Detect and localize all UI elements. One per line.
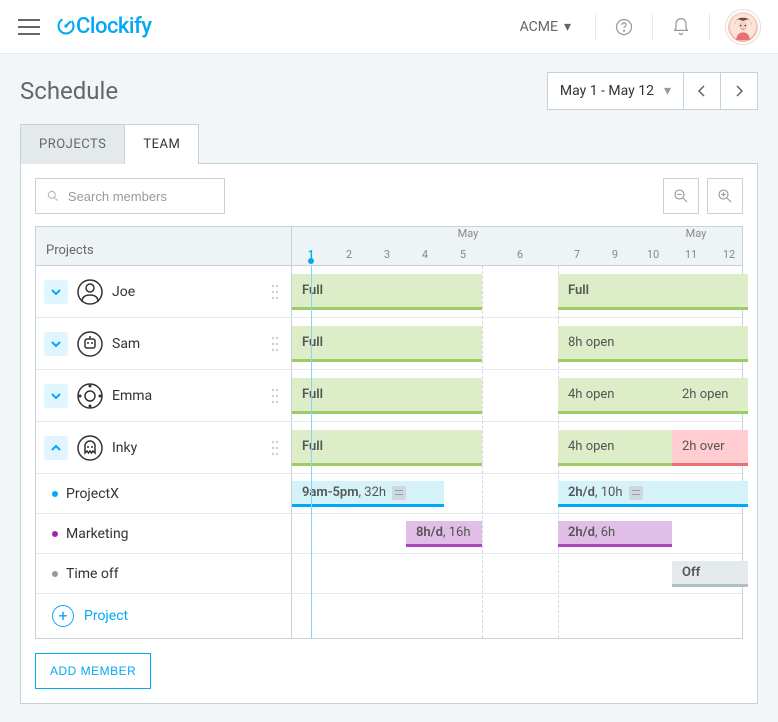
project-row: Marketing 8h/d, 16h 2h/d, 6h — [36, 514, 742, 554]
day-header: 11 — [672, 248, 710, 261]
note-icon — [392, 486, 406, 500]
prev-range-button[interactable] — [683, 72, 721, 110]
expand-button[interactable] — [44, 436, 68, 460]
schedule-bar[interactable]: 2h open — [672, 378, 748, 414]
schedule-bar[interactable]: 2h over — [672, 430, 748, 466]
day-header: 2 — [330, 248, 368, 261]
project-row: ProjectX9am-5pm, 32h2h/d, 10h — [36, 474, 742, 514]
drag-handle[interactable] — [267, 438, 283, 458]
member-name: Inky — [112, 440, 259, 456]
day-header: 5 — [444, 248, 482, 261]
user-icon — [76, 382, 104, 410]
day-header: 1 — [292, 248, 330, 261]
day-header: 6 — [482, 248, 558, 261]
schedule-bar[interactable]: 9am-5pm, 32h — [292, 481, 444, 507]
member-name: Sam — [112, 336, 259, 352]
logo: Clockify — [56, 14, 152, 39]
add-member-button[interactable]: ADD MEMBER — [35, 653, 151, 689]
help-button[interactable] — [606, 9, 642, 45]
schedule-bar[interactable]: 4h open — [558, 430, 672, 466]
add-project-button[interactable]: + Project — [52, 605, 128, 627]
date-range-label: May 1 - May 12 — [560, 83, 654, 99]
search-input[interactable] — [68, 189, 214, 204]
member-name: Joe — [112, 284, 259, 300]
user-icon — [76, 434, 104, 462]
tab-projects[interactable]: PROJECTS — [20, 124, 125, 164]
schedule-bar[interactable]: Full — [292, 430, 482, 466]
schedule-bar[interactable]: 4h open — [558, 378, 672, 414]
date-range-picker[interactable]: May 1 - May 12 ▾ — [547, 72, 684, 110]
plus-icon: + — [52, 605, 74, 627]
next-range-button[interactable] — [720, 72, 758, 110]
day-header: 10 — [634, 248, 672, 261]
project-name: Marketing — [66, 526, 283, 542]
member-row: SamFull8h open — [36, 318, 742, 370]
project-name: Time off — [66, 566, 283, 582]
month-label-left: May — [292, 227, 644, 243]
chevron-down-icon: ▾ — [664, 83, 671, 99]
schedule-bar[interactable]: 2h/d, 10h — [558, 481, 748, 507]
search-icon — [46, 188, 60, 204]
zoom-out-button[interactable] — [663, 178, 699, 214]
add-project-label: Project — [84, 608, 128, 624]
day-header: 7 — [558, 248, 596, 261]
name-column-header: Projects — [36, 227, 292, 265]
schedule-bar[interactable]: Full — [292, 274, 482, 310]
schedule-bar[interactable]: 8h/d, 16h — [406, 521, 482, 547]
project-row: Time offOff — [36, 554, 742, 594]
add-project-row: + Project — [36, 594, 742, 638]
project-name: ProjectX — [66, 486, 283, 502]
chevron-down-icon: ▾ — [564, 19, 571, 35]
member-row: InkyFull4h open2h over — [36, 422, 742, 474]
expand-button[interactable] — [44, 332, 68, 356]
project-color-dot — [52, 531, 58, 537]
day-header: 9 — [596, 248, 634, 261]
day-header: 4 — [406, 248, 444, 261]
month-label-right: May — [644, 227, 748, 243]
day-header: 12 — [710, 248, 748, 261]
page-title: Schedule — [20, 77, 118, 105]
day-header: 3 — [368, 248, 406, 261]
user-avatar[interactable] — [726, 10, 760, 44]
member-row: EmmaFull4h open2h open — [36, 370, 742, 422]
notifications-button[interactable] — [663, 9, 699, 45]
schedule-bar[interactable]: Off — [672, 561, 748, 587]
member-row: JoeFullFull — [36, 266, 742, 318]
workspace-label: ACME — [520, 19, 558, 35]
drag-handle[interactable] — [267, 386, 283, 406]
search-input-wrapper[interactable] — [35, 178, 225, 214]
expand-button[interactable] — [44, 280, 68, 304]
member-name: Emma — [112, 388, 259, 404]
user-icon — [76, 330, 104, 358]
tab-team[interactable]: TEAM — [124, 124, 199, 164]
user-icon — [76, 278, 104, 306]
schedule-bar[interactable]: 8h open — [558, 326, 748, 362]
schedule-bar[interactable]: Full — [292, 378, 482, 414]
drag-handle[interactable] — [267, 334, 283, 354]
drag-handle[interactable] — [267, 282, 283, 302]
schedule-bar[interactable]: 2h/d, 6h — [558, 521, 672, 547]
project-color-dot — [52, 571, 58, 577]
schedule-bar[interactable]: Full — [292, 326, 482, 362]
zoom-in-button[interactable] — [707, 178, 743, 214]
workspace-dropdown[interactable]: ACME ▾ — [506, 19, 585, 35]
project-color-dot — [52, 491, 58, 497]
expand-button[interactable] — [44, 384, 68, 408]
note-icon — [629, 486, 643, 500]
schedule-bar[interactable]: Full — [558, 274, 748, 310]
menu-icon[interactable] — [18, 19, 40, 35]
